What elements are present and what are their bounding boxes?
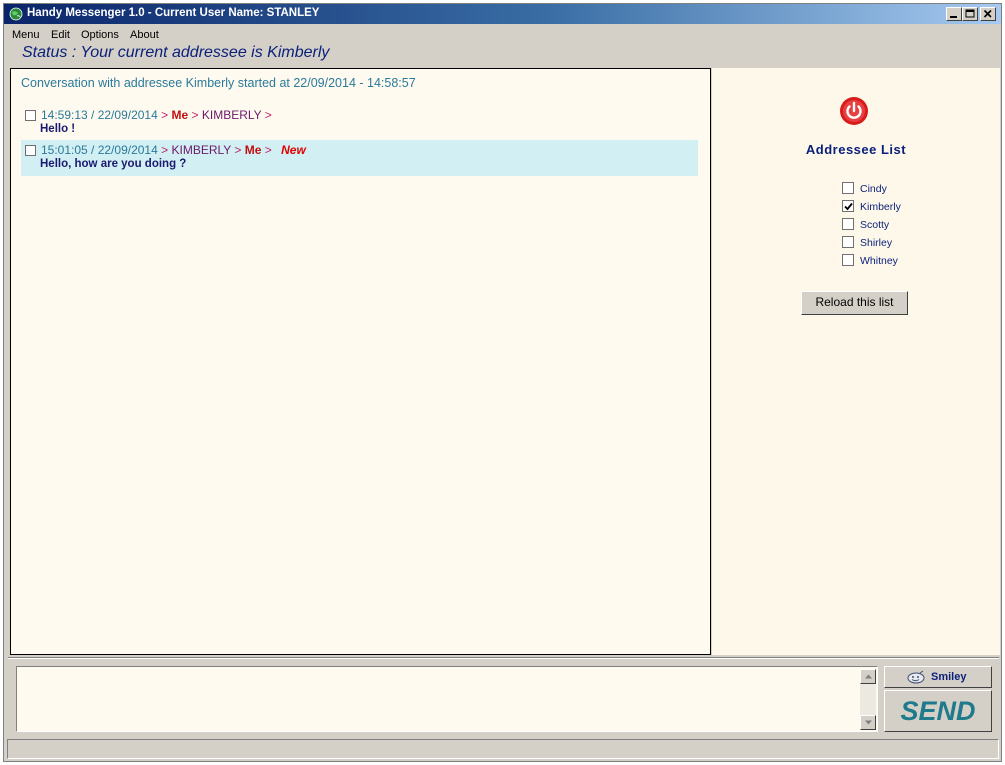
message-input[interactable] xyxy=(16,666,878,732)
message-meta: 14:59:13 / 22/09/2014 > Me > KIMBERLY > xyxy=(41,108,272,122)
close-icon xyxy=(983,9,992,18)
smiley-label: Smiley xyxy=(931,671,967,683)
maximize-icon xyxy=(965,9,975,18)
window-title: Handy Messenger 1.0 - Current User Name:… xyxy=(27,7,320,19)
conversation-panel: Conversation with addressee Kimberly sta… xyxy=(10,68,711,655)
addressee-checkbox[interactable] xyxy=(842,254,854,266)
separator: > xyxy=(234,143,242,157)
addressee-panel: Addressee List Cindy Kimberly Scotty Shi… xyxy=(712,68,1000,655)
menu-bar: Menu Edit Options About xyxy=(4,26,1001,44)
maximize-button[interactable] xyxy=(962,7,978,21)
message-recipient: KIMBERLY xyxy=(201,108,262,122)
scroll-down-button[interactable] xyxy=(860,715,876,730)
addressee-checkbox[interactable] xyxy=(842,182,854,194)
input-scrollbar[interactable] xyxy=(860,669,876,730)
menu-about[interactable]: About xyxy=(130,29,159,41)
menu-edit[interactable]: Edit xyxy=(51,29,70,41)
app-window: Handy Messenger 1.0 - Current User Name:… xyxy=(3,3,1002,762)
arrow-down-icon xyxy=(865,720,872,725)
checkmark-icon xyxy=(844,202,853,211)
separator: > xyxy=(161,143,169,157)
message-text: Hello, how are you doing ? xyxy=(40,158,187,170)
status-line: Status : Your current addressee is Kimbe… xyxy=(22,44,330,61)
reload-list-button[interactable]: Reload this list xyxy=(801,291,908,315)
addressee-label: Whitney xyxy=(860,255,898,267)
separator: > xyxy=(161,108,169,122)
message-checkbox[interactable] xyxy=(25,145,36,156)
arrow-up-icon xyxy=(865,674,872,679)
conversation-header: Conversation with addressee Kimberly sta… xyxy=(21,76,416,90)
status-bar xyxy=(7,739,999,759)
send-button[interactable]: SEND xyxy=(884,690,992,732)
addressee-checkbox[interactable] xyxy=(842,200,854,212)
new-badge: New xyxy=(281,143,306,157)
message-text: Hello ! xyxy=(40,123,76,135)
addressee-list-title: Addressee List xyxy=(805,142,907,157)
message-row: 15:01:05 / 22/09/2014 > KIMBERLY > Me > … xyxy=(21,140,698,176)
message-sender: Me xyxy=(171,108,189,122)
scroll-up-button[interactable] xyxy=(860,669,876,684)
message-meta: 15:01:05 / 22/09/2014 > KIMBERLY > Me > … xyxy=(41,143,306,157)
message-sender: KIMBERLY xyxy=(171,143,232,157)
minimize-button[interactable] xyxy=(946,7,962,21)
message-checkbox[interactable] xyxy=(25,110,36,121)
addressee-label: Cindy xyxy=(860,183,887,195)
addressee-label: Kimberly xyxy=(860,201,901,213)
title-bar[interactable]: Handy Messenger 1.0 - Current User Name:… xyxy=(4,4,1001,24)
menu-menu[interactable]: Menu xyxy=(12,29,40,41)
addressee-label: Shirley xyxy=(860,237,893,249)
message-recipient: Me xyxy=(244,143,262,157)
separator: > xyxy=(264,143,272,157)
addressee-label: Scotty xyxy=(860,219,890,231)
power-icon[interactable] xyxy=(839,96,869,126)
divider xyxy=(8,657,999,659)
message-row: 14:59:13 / 22/09/2014 > Me > KIMBERLY > … xyxy=(21,105,698,141)
globe-icon xyxy=(9,7,23,21)
addressee-checkbox[interactable] xyxy=(842,236,854,248)
message-timestamp: 14:59:13 / 22/09/2014 xyxy=(41,108,158,122)
minimize-icon xyxy=(950,16,957,18)
menu-options[interactable]: Options xyxy=(81,29,119,41)
smiley-icon xyxy=(907,670,925,684)
separator: > xyxy=(191,108,199,122)
close-button[interactable] xyxy=(980,7,996,21)
separator: > xyxy=(264,108,272,122)
smiley-button[interactable]: Smiley xyxy=(884,666,992,688)
message-timestamp: 15:01:05 / 22/09/2014 xyxy=(41,143,158,157)
addressee-checkbox[interactable] xyxy=(842,218,854,230)
